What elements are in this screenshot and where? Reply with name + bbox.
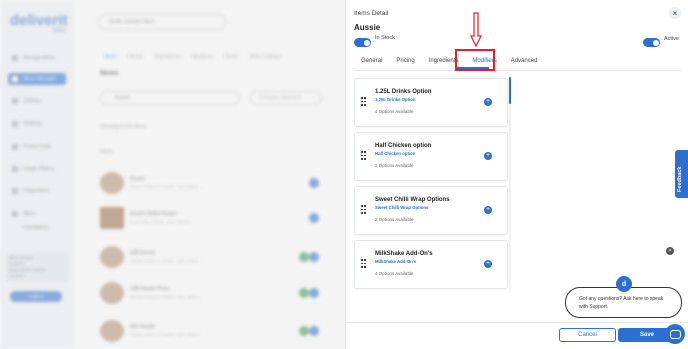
- modifier-list[interactable]: 1.25L Drinks Option 1.25L Drinks Option …: [354, 78, 512, 292]
- add-icon[interactable]: +: [484, 152, 492, 160]
- in-stock-toggle[interactable]: [354, 38, 371, 47]
- add-icon[interactable]: +: [484, 98, 492, 106]
- modifier-card[interactable]: MilkShake Add-On's MilkShake Add-On's 4 …: [354, 240, 508, 289]
- scrollbar-thumb[interactable]: [509, 77, 511, 104]
- modifier-title: Sweet Chilli Wrap Options: [375, 197, 450, 203]
- drag-handle-icon[interactable]: [361, 205, 367, 215]
- add-icon[interactable]: +: [484, 260, 492, 268]
- panel-title: Items Detail: [354, 10, 389, 17]
- detail-tabs: General Pricing Ingredients Modifiers Ad…: [354, 55, 544, 67]
- cancel-button[interactable]: Cancel: [559, 328, 616, 342]
- modifier-option-count: 2 Options Available: [375, 217, 414, 222]
- item-name-heading: Aussie: [354, 23, 381, 32]
- modifier-card[interactable]: Sweet Chilli Wrap Options Sweet Chilli W…: [354, 186, 508, 235]
- modifier-subtitle: Sweet Chilli Wrap Options: [375, 205, 429, 210]
- modifier-title: 1.25L Drinks Option: [375, 89, 432, 95]
- modifier-card[interactable]: Half Chicken option Half Chicken option …: [354, 132, 508, 181]
- annotation-arrow-icon: [470, 12, 482, 48]
- drag-handle-icon[interactable]: [361, 97, 367, 107]
- add-icon[interactable]: +: [484, 206, 492, 214]
- modifier-subtitle: MilkShake Add-On's: [375, 259, 417, 264]
- modifier-title: Half Chicken option: [375, 143, 432, 149]
- overlay-dim: [0, 0, 345, 349]
- scrollbar-track[interactable]: [509, 77, 511, 293]
- footer-divider: [346, 322, 688, 323]
- modifier-title: MilkShake Add-On's: [375, 251, 433, 257]
- modifier-subtitle: Half Chicken option: [375, 151, 416, 156]
- tab-general[interactable]: General: [354, 55, 389, 67]
- drag-handle-icon[interactable]: [361, 151, 367, 161]
- feedback-tab[interactable]: Feedback: [675, 150, 688, 198]
- annotation-highlight-box: [455, 49, 495, 71]
- active-toggle[interactable]: [643, 38, 660, 47]
- close-icon[interactable]: ×: [669, 7, 681, 19]
- chat-close-icon[interactable]: ×: [666, 247, 674, 255]
- chat-launcher-icon[interactable]: [665, 324, 685, 344]
- support-avatar: d: [616, 276, 632, 292]
- tabs-divider: [354, 70, 681, 71]
- modifier-option-count: 2 Options Available: [375, 163, 414, 168]
- in-stock-label: In Stock: [375, 35, 395, 41]
- modifier-subtitle: 1.25L Drinks Option: [375, 97, 416, 102]
- modifier-card[interactable]: 1.25L Drinks Option 1.25L Drinks Option …: [354, 78, 508, 127]
- tab-advanced[interactable]: Advanced: [504, 55, 545, 67]
- modifier-option-count: 4 Options Available: [375, 271, 414, 276]
- tab-pricing[interactable]: Pricing: [389, 55, 421, 67]
- active-label: Active: [664, 36, 679, 42]
- modifier-option-count: 4 Options Available: [375, 109, 414, 114]
- drag-handle-icon[interactable]: [361, 259, 367, 269]
- feedback-label: Feedback: [677, 166, 683, 192]
